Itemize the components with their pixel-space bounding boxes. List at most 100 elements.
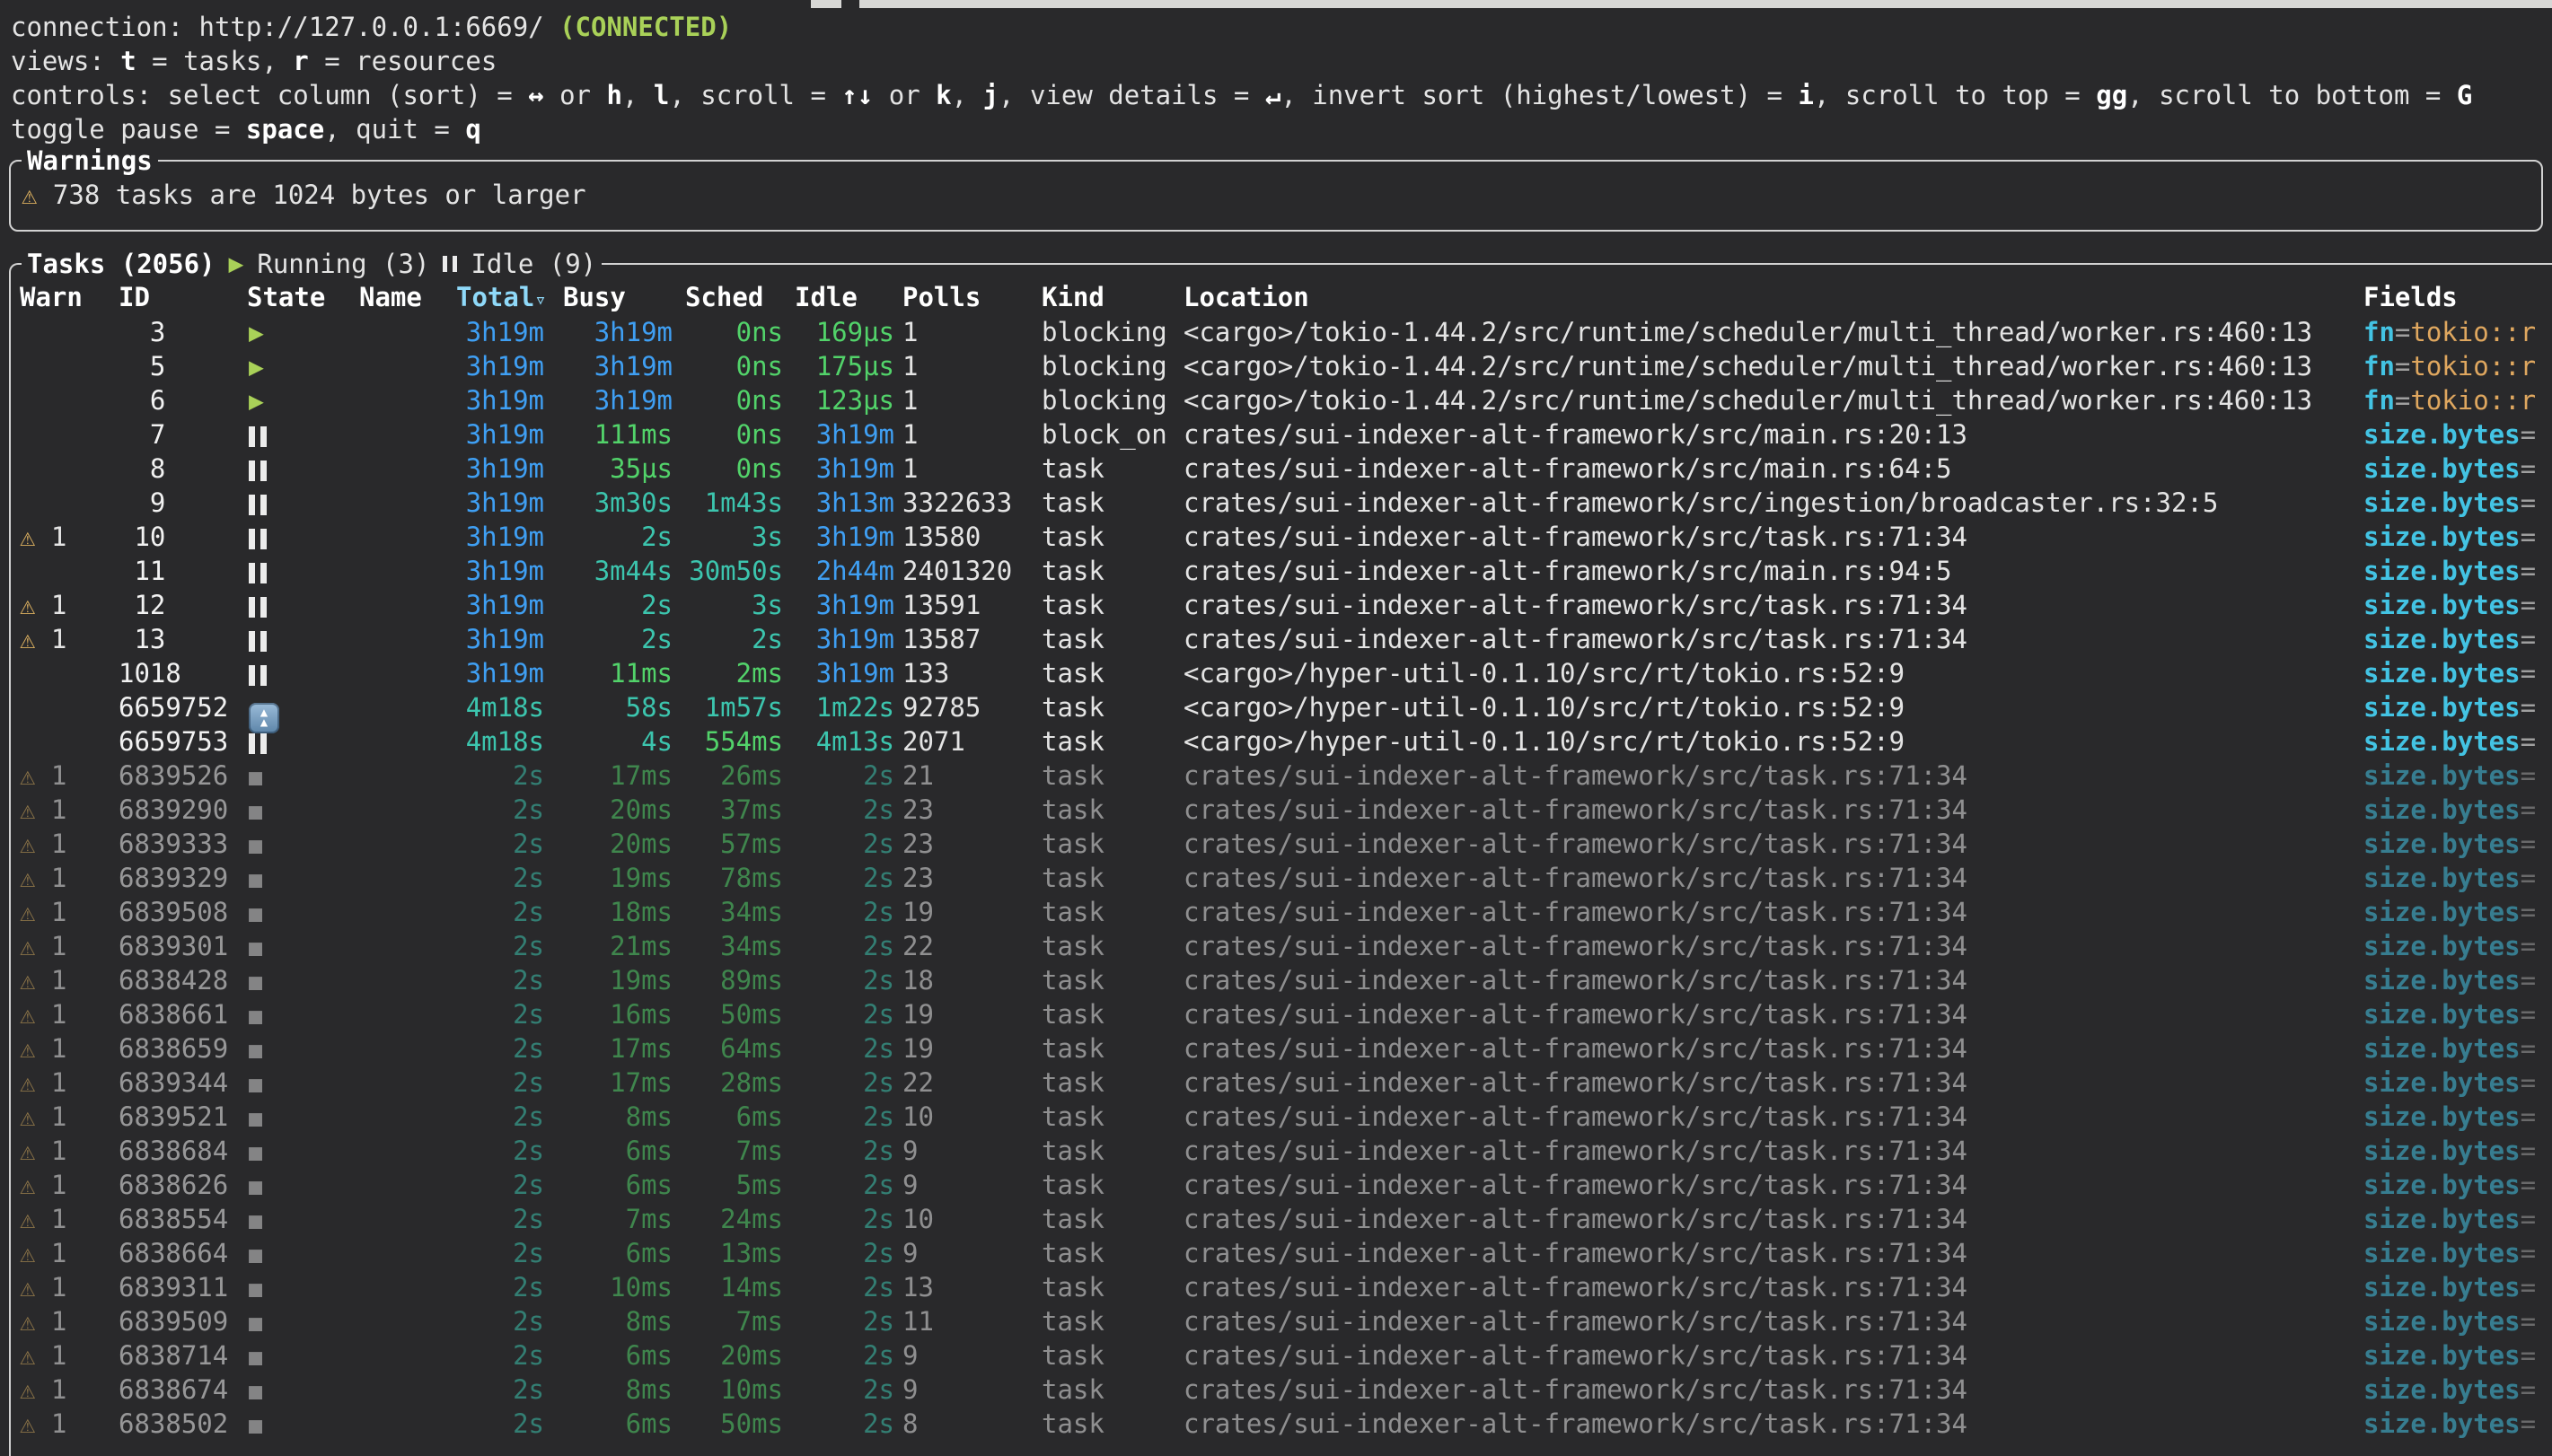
table-row[interactable]: ⚠ 16839509■2s8ms7ms2s11taskcrates/sui-in… xyxy=(0,1304,2552,1338)
table-row[interactable]: ⚠ 16839521■2s8ms6ms2s10taskcrates/sui-in… xyxy=(0,1100,2552,1134)
task-polls: 1 xyxy=(902,349,918,383)
warn-cell: ⚠ 1 xyxy=(20,588,66,622)
task-kind: task xyxy=(1042,997,1104,1031)
task-fields: size.bytes= xyxy=(2363,1134,2552,1168)
field-equals: = xyxy=(2521,556,2536,586)
table-row[interactable]: ⚠ 1123h19m2s3s3h19m13591taskcrates/sui-i… xyxy=(0,588,2552,622)
warn-cell: ⚠ 1 xyxy=(20,1338,66,1373)
task-idle: 2s xyxy=(795,963,894,997)
task-idle: 2s xyxy=(795,1407,894,1441)
task-busy: 3h19m xyxy=(563,349,673,383)
task-id-value: 6839521 xyxy=(119,1100,228,1134)
task-fields: size.bytes= xyxy=(2363,861,2552,895)
warn-cell: ⚠ 1 xyxy=(20,1373,66,1407)
task-busy: 8ms xyxy=(563,1304,673,1338)
table-row[interactable]: ⚠ 16838554■2s7ms24ms2s10taskcrates/sui-i… xyxy=(0,1202,2552,1236)
table-row[interactable]: 6▶3h19m3h19m0ns123µs1blocking<cargo>/tok… xyxy=(0,383,2552,417)
table-row[interactable]: ⚠ 16838714■2s6ms20ms2s9taskcrates/sui-in… xyxy=(0,1338,2552,1373)
task-sched: 5ms xyxy=(685,1168,783,1202)
table-row[interactable]: ⚠ 16839508■2s18ms34ms2s19taskcrates/sui-… xyxy=(0,895,2552,929)
state-cell: ■ xyxy=(249,929,262,965)
task-fields: size.bytes= xyxy=(2363,656,2552,690)
tokio-console-terminal[interactable]: connection: http://127.0.0.1:6669/ (CONN… xyxy=(0,0,2552,1456)
field-key: size.bytes xyxy=(2363,453,2521,484)
field-equals: = xyxy=(2521,897,2536,927)
task-fields: size.bytes= xyxy=(2363,793,2552,827)
task-kind: task xyxy=(1042,929,1104,963)
table-row[interactable]: ⚠ 16839301■2s21ms34ms2s22taskcrates/sui-… xyxy=(0,929,2552,963)
state-cell: ■ xyxy=(249,1373,262,1408)
task-busy: 6ms xyxy=(563,1338,673,1373)
task-polls: 133 xyxy=(902,656,949,690)
task-idle: 1m22s xyxy=(795,690,894,724)
table-row[interactable]: 6659752▲▲4m18s58s1m57s1m22s92785task<car… xyxy=(0,690,2552,724)
table-row[interactable]: 93h19m3m30s1m43s3h13m3322633taskcrates/s… xyxy=(0,486,2552,520)
field-equals: = xyxy=(2395,385,2410,416)
table-row[interactable]: ⚠ 16838661■2s16ms50ms2s19taskcrates/sui-… xyxy=(0,997,2552,1031)
table-row[interactable]: ⚠ 16838626■2s6ms5ms2s9taskcrates/sui-ind… xyxy=(0,1168,2552,1202)
table-row[interactable]: ⚠ 16838684■2s6ms7ms2s9taskcrates/sui-ind… xyxy=(0,1134,2552,1168)
table-row[interactable]: 113h19m3m44s30m50s2h44m2401320taskcrates… xyxy=(0,554,2552,588)
state-cell xyxy=(249,452,267,486)
task-idle: 2s xyxy=(795,1031,894,1066)
table-row[interactable]: ⚠ 16839526■2s17ms26ms2s21taskcrates/sui-… xyxy=(0,759,2552,793)
task-location: crates/sui-indexer-alt-framework/src/tas… xyxy=(1184,929,2351,963)
table-row[interactable]: 66597534m18s4s554ms4m13s2071task<cargo>/… xyxy=(0,724,2552,759)
task-polls: 10 xyxy=(902,1100,934,1134)
task-sched: 34ms xyxy=(685,929,783,963)
state-cell: ■ xyxy=(249,861,262,897)
task-busy: 17ms xyxy=(563,759,673,793)
field-key: size.bytes xyxy=(2363,760,2521,791)
table-row[interactable]: 5▶3h19m3h19m0ns175µs1blocking<cargo>/tok… xyxy=(0,349,2552,383)
task-busy: 21ms xyxy=(563,929,673,963)
pause-icon xyxy=(249,728,267,759)
task-fields: size.bytes= xyxy=(2363,554,2552,588)
task-kind: task xyxy=(1042,1270,1104,1304)
table-row[interactable]: ⚠ 16839311■2s10ms14ms2s13taskcrates/sui-… xyxy=(0,1270,2552,1304)
table-row[interactable]: ⚠ 1133h19m2s2s3h19m13587taskcrates/sui-i… xyxy=(0,622,2552,656)
task-polls: 21 xyxy=(902,759,934,793)
table-row[interactable]: ⚠ 16839333■2s20ms57ms2s23taskcrates/sui-… xyxy=(0,827,2552,861)
task-id: 5 xyxy=(119,349,165,383)
task-id-value: 11 xyxy=(119,554,165,588)
task-fields: size.bytes= xyxy=(2363,486,2552,520)
task-sched: 0ns xyxy=(685,315,783,349)
table-row[interactable]: 73h19m111ms0ns3h19m1block_oncrates/sui-i… xyxy=(0,417,2552,452)
table-row[interactable]: ⚠ 16838674■2s8ms10ms2s9taskcrates/sui-in… xyxy=(0,1373,2552,1407)
task-kind: task xyxy=(1042,1304,1104,1338)
task-sched: 1m43s xyxy=(685,486,783,520)
task-id: 6838428 xyxy=(119,963,228,997)
task-idle: 2s xyxy=(795,793,894,827)
task-idle: 2s xyxy=(795,827,894,861)
warn-cell: ⚠ 1 xyxy=(20,1066,66,1100)
task-total: 3h19m xyxy=(456,452,544,486)
table-row[interactable]: ⚠ 16838659■2s17ms64ms2s19taskcrates/sui-… xyxy=(0,1031,2552,1066)
task-busy: 35µs xyxy=(563,452,673,486)
task-fields: size.bytes= xyxy=(2363,997,2552,1031)
table-row[interactable]: 10183h19m11ms2ms3h19m133task<cargo>/hype… xyxy=(0,656,2552,690)
task-sched: 6ms xyxy=(685,1100,783,1134)
task-id: 6839311 xyxy=(119,1270,228,1304)
task-idle: 3h19m xyxy=(795,452,894,486)
table-row[interactable]: ⚠ 1103h19m2s3s3h19m13580taskcrates/sui-i… xyxy=(0,520,2552,554)
task-polls: 19 xyxy=(902,1031,934,1066)
table-row[interactable]: ⚠ 16838502■2s6ms50ms2s8taskcrates/sui-in… xyxy=(0,1407,2552,1441)
table-row[interactable]: ⚠ 16839290■2s20ms37ms2s23taskcrates/sui-… xyxy=(0,793,2552,827)
table-row[interactable]: ⚠ 16839329■2s19ms78ms2s23taskcrates/sui-… xyxy=(0,861,2552,895)
table-row[interactable]: ⚠ 16839344■2s17ms28ms2s22taskcrates/sui-… xyxy=(0,1066,2552,1100)
task-id: 6659752 xyxy=(119,690,228,724)
task-id: 6838502 xyxy=(119,1407,228,1441)
task-kind: task xyxy=(1042,690,1104,724)
table-row[interactable]: ⚠ 16838664■2s6ms13ms2s9taskcrates/sui-in… xyxy=(0,1236,2552,1270)
warn-cell: ⚠ 1 xyxy=(20,1304,66,1338)
table-row[interactable]: 3▶3h19m3h19m0ns169µs1blocking<cargo>/tok… xyxy=(0,315,2552,349)
stopped-icon: ■ xyxy=(249,1207,262,1233)
table-row[interactable]: 83h19m35µs0ns3h19m1taskcrates/sui-indexe… xyxy=(0,452,2552,486)
task-total: 3h19m xyxy=(456,486,544,520)
task-fields: size.bytes= xyxy=(2363,417,2552,452)
task-idle: 2s xyxy=(795,861,894,895)
state-cell: ■ xyxy=(249,1407,262,1443)
table-row[interactable]: ⚠ 16838428■2s19ms89ms2s18taskcrates/sui-… xyxy=(0,963,2552,997)
warning-icon: ⚠ xyxy=(20,522,51,552)
task-id-value: 8 xyxy=(119,452,165,486)
